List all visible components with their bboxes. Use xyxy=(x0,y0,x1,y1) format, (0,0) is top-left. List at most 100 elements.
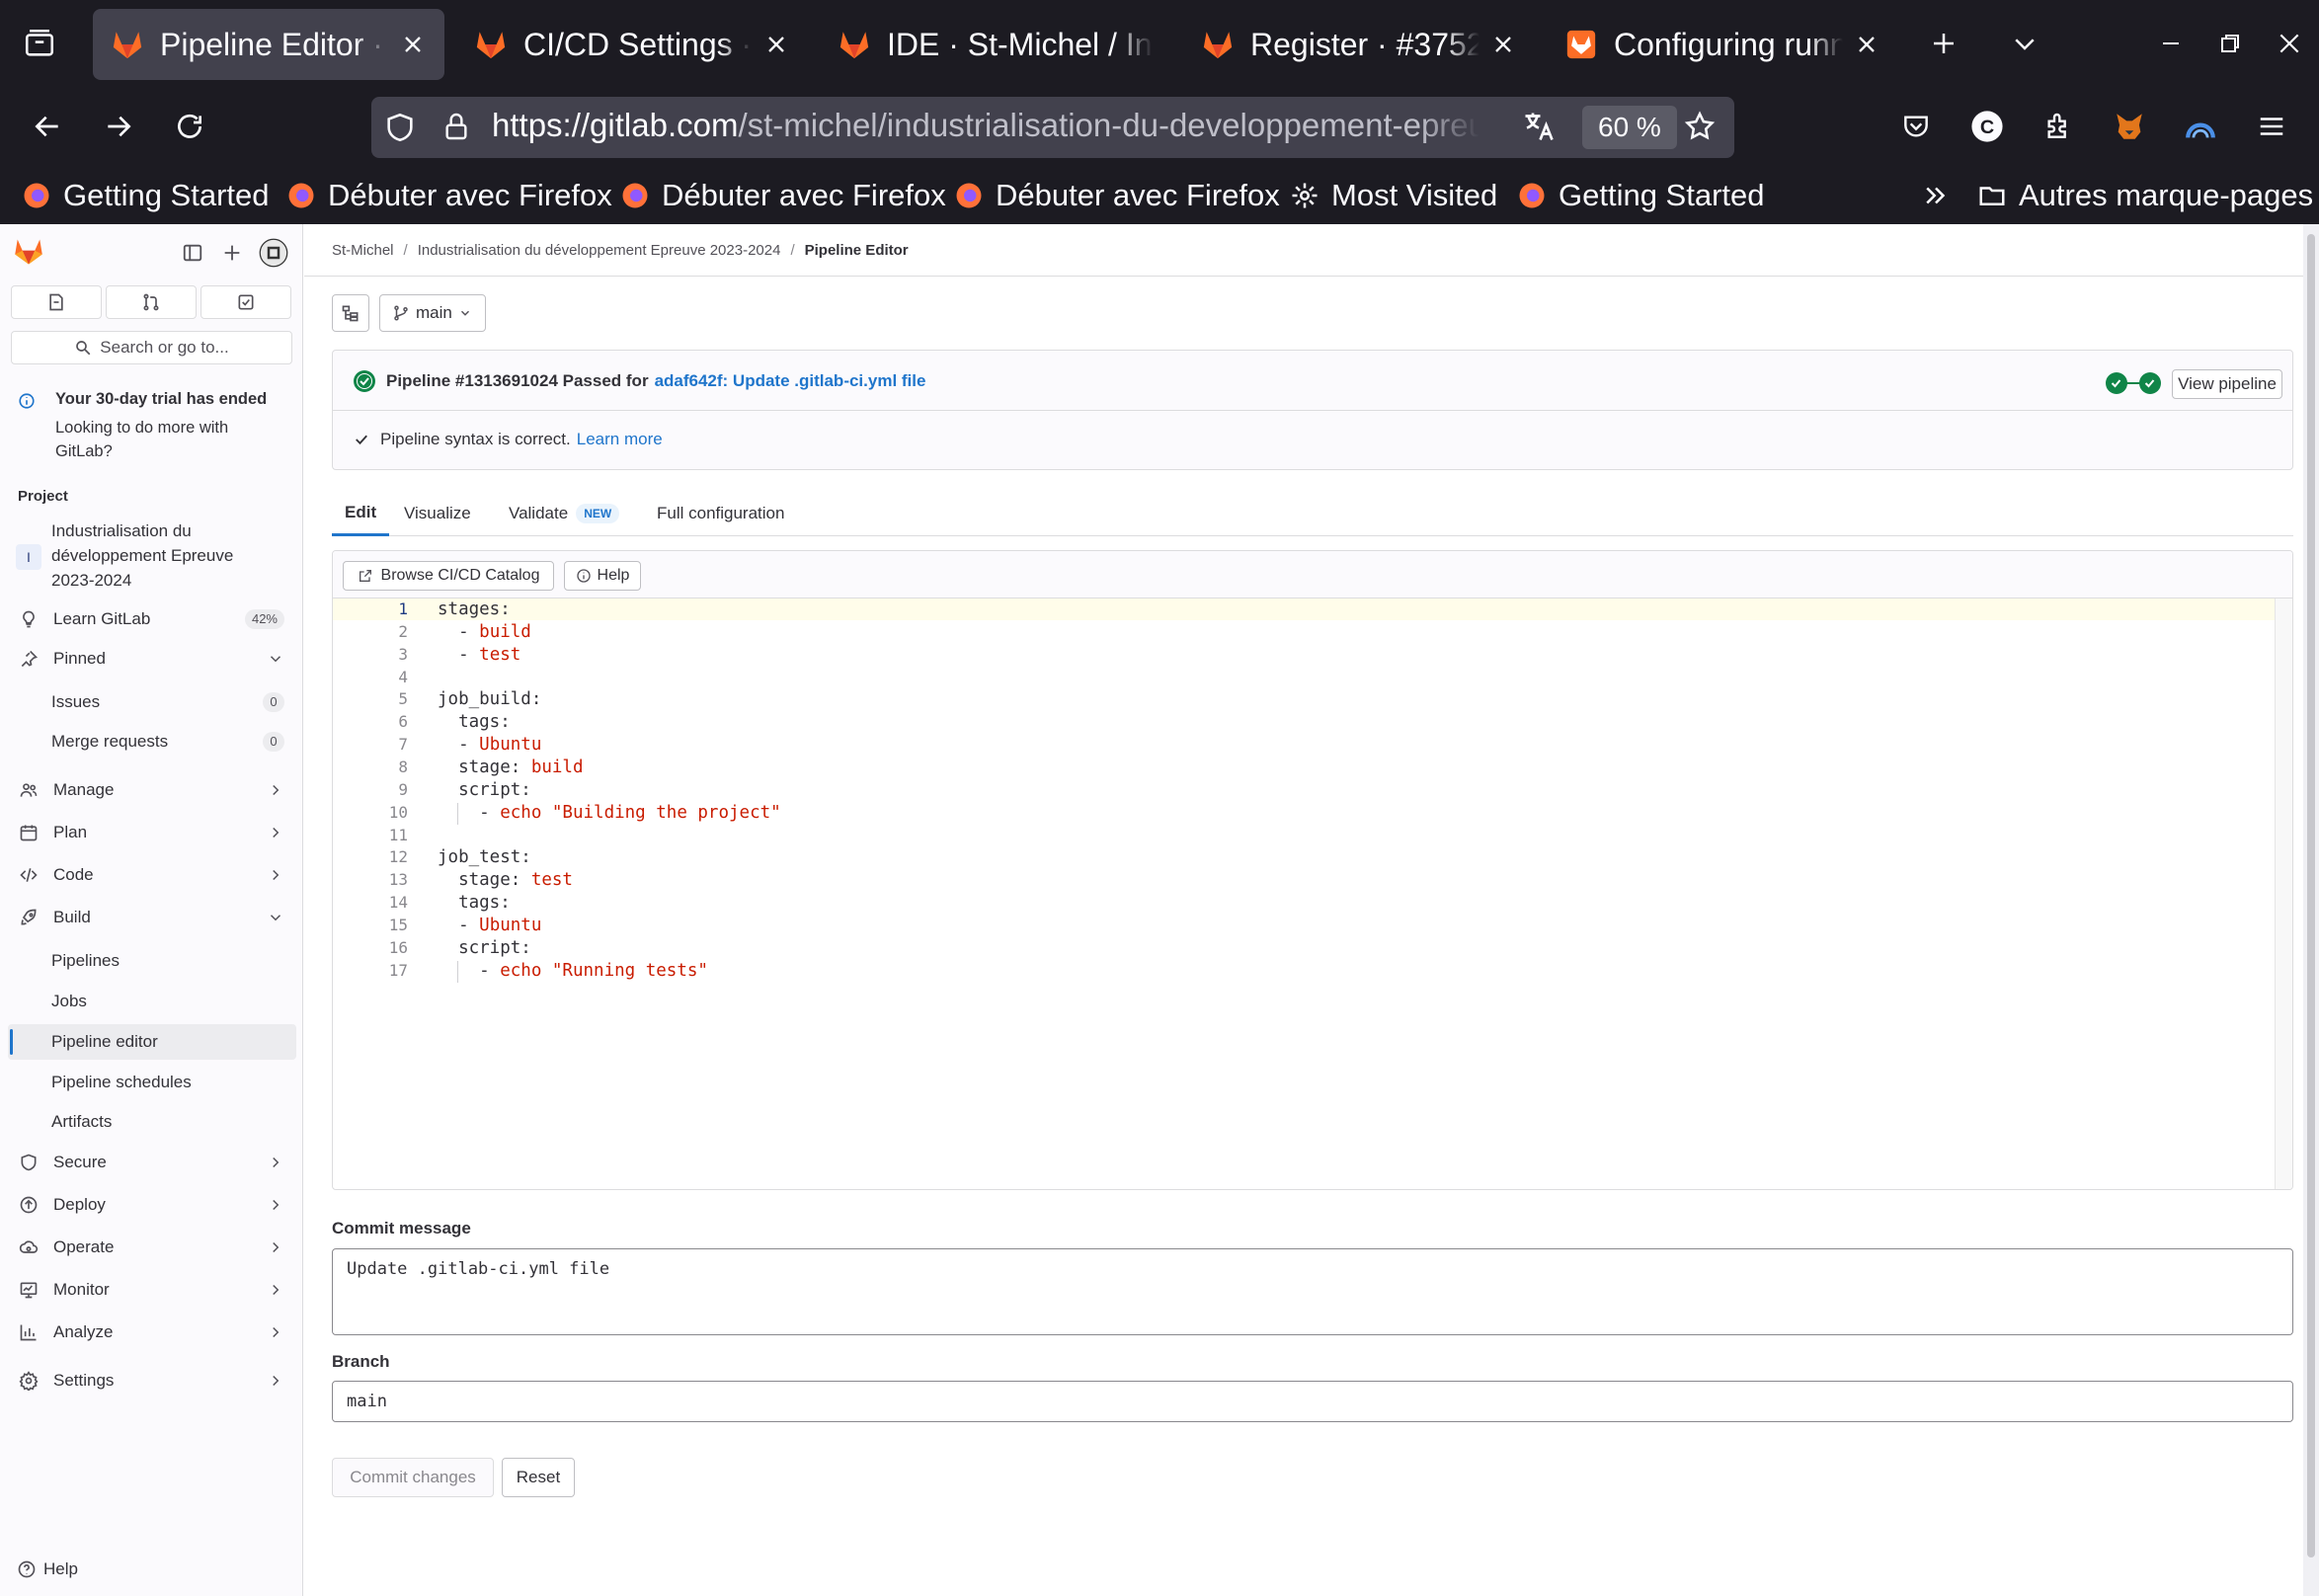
new-tab-icon[interactable] xyxy=(1924,24,1963,63)
extensions-icon[interactable] xyxy=(2039,107,2078,146)
sidebar-item-pinned[interactable]: Pinned xyxy=(8,641,296,677)
bookmark-item[interactable]: Débuter avec Firefox xyxy=(954,174,1280,217)
reset-button[interactable]: Reset xyxy=(502,1458,575,1497)
sidebar-item-manage[interactable]: Manage xyxy=(8,772,296,808)
assigned-issues-button[interactable] xyxy=(11,285,102,319)
code-value: build xyxy=(479,621,531,642)
close-tab-icon[interactable] xyxy=(762,31,790,58)
sidebar-item-monitor[interactable]: Monitor xyxy=(8,1272,296,1308)
close-tab-icon[interactable] xyxy=(399,31,427,58)
back-icon[interactable] xyxy=(28,107,67,146)
zoom-level[interactable]: 60 % xyxy=(1582,106,1677,149)
close-window-icon[interactable] xyxy=(2270,24,2309,63)
pocket-icon[interactable] xyxy=(1896,107,1936,146)
sidebar-item-jobs[interactable]: Jobs xyxy=(8,984,296,1019)
gitlab-logo-icon[interactable] xyxy=(14,238,43,266)
other-bookmarks[interactable]: Autres marque-pages xyxy=(1977,174,2313,217)
bookmark-item[interactable]: Getting Started xyxy=(1517,174,1765,217)
url-bar[interactable]: https://gitlab.com/st-michel/industriali… xyxy=(371,97,1734,158)
stage-test-status-icon[interactable] xyxy=(2139,372,2161,394)
tab-overview-icon[interactable] xyxy=(20,24,59,63)
tab-validate[interactable]: Validate NEW xyxy=(496,491,632,536)
view-pipeline-button[interactable]: View pipeline xyxy=(2172,369,2282,399)
tab-visualize[interactable]: Visualize xyxy=(391,491,484,536)
commit-message-field[interactable]: Update .gitlab-ci.yml file xyxy=(332,1248,2293,1335)
close-tab-icon[interactable] xyxy=(1489,31,1517,58)
sidebar-item-build[interactable]: Build xyxy=(8,900,296,935)
sidebar-item-issues[interactable]: Issues 0 xyxy=(8,684,296,720)
forward-icon[interactable] xyxy=(99,107,138,146)
reload-icon[interactable] xyxy=(170,107,209,146)
minimize-icon[interactable] xyxy=(2151,24,2191,63)
commit-link[interactable]: adaf642f: Update .gitlab-ci.yml file xyxy=(655,371,926,391)
browse-catalog-button[interactable]: Browse CI/CD Catalog xyxy=(343,561,554,591)
close-tab-icon[interactable] xyxy=(1853,31,1880,58)
learn-more-link[interactable]: Learn more xyxy=(577,430,663,449)
bookmark-item[interactable]: Débuter avec Firefox xyxy=(286,174,612,217)
create-new-icon[interactable] xyxy=(221,242,243,264)
browser-tab-configuring-runners[interactable]: Configuring runners xyxy=(1547,9,1898,80)
url-text[interactable]: https://gitlab.com/st-michel/industriali… xyxy=(492,107,1479,144)
sidebar-item-settings[interactable]: Settings xyxy=(8,1363,296,1398)
editor-help-button[interactable]: Help xyxy=(564,561,641,591)
page-scrollbar[interactable] xyxy=(2303,224,2319,1596)
account-c-icon[interactable]: C xyxy=(1967,107,2007,146)
editor-scrollbar[interactable] xyxy=(2275,598,2292,1189)
metamask-icon[interactable] xyxy=(2110,107,2149,146)
bookmark-item[interactable]: Débuter avec Firefox xyxy=(620,174,946,217)
editor-tabs: Edit Visualize Validate NEW Full configu… xyxy=(332,491,2293,536)
stage-build-status-icon[interactable] xyxy=(2106,372,2127,394)
vpn-icon[interactable] xyxy=(2181,107,2220,146)
sidebar-item-plan[interactable]: Plan xyxy=(8,815,296,850)
browser-tab-pipeline-editor[interactable]: Pipeline Editor · St-Michel xyxy=(93,9,444,80)
tab-full-configuration[interactable]: Full configuration xyxy=(644,491,797,536)
branch-selector[interactable]: main xyxy=(379,294,486,332)
avatar[interactable] xyxy=(259,238,288,268)
code-area[interactable]: 1 stages: 2 - build 3 - test 4 5 job_build: 6 t… xyxy=(333,598,2275,1189)
sidebar-item-project[interactable]: I Industrialisation du développement Epr… xyxy=(8,519,296,598)
bookmark-item[interactable]: Getting Started xyxy=(22,174,270,217)
bookmark-star-icon[interactable] xyxy=(1683,110,1717,143)
status-success-icon[interactable] xyxy=(353,369,376,393)
collapse-sidebar-icon[interactable] xyxy=(182,242,203,264)
project-avatar: I xyxy=(16,544,41,570)
merge-requests-button[interactable] xyxy=(106,285,197,319)
target-branch-field[interactable]: main xyxy=(332,1381,2293,1422)
pipeline-status-row: Pipeline #1313691024 Passed for adaf642f… xyxy=(353,364,925,398)
tab-edit[interactable]: Edit xyxy=(332,491,390,536)
code-line: stage: test xyxy=(438,870,573,890)
sidebar-item-operate[interactable]: Operate xyxy=(8,1230,296,1265)
restore-icon[interactable] xyxy=(2210,24,2250,63)
info-icon xyxy=(576,569,591,583)
breadcrumb-group[interactable]: St-Michel xyxy=(332,242,394,259)
lock-icon[interactable] xyxy=(440,111,472,142)
sidebar-item-merge-requests[interactable]: Merge requests 0 xyxy=(8,724,296,759)
chevron-down-icon xyxy=(460,310,469,316)
shield-icon[interactable] xyxy=(383,111,417,144)
sidebar-item-pipeline-editor[interactable]: Pipeline editor xyxy=(8,1024,296,1060)
sidebar-item-deploy[interactable]: Deploy xyxy=(8,1187,296,1223)
page-scrollbar-thumb[interactable] xyxy=(2307,234,2315,1557)
list-tabs-icon[interactable] xyxy=(2005,24,2044,63)
search-button[interactable]: Search or go to... xyxy=(11,331,292,364)
browser-tab-ide[interactable]: IDE · St-Michel / Industrialisation xyxy=(820,9,1171,80)
breadcrumb-project[interactable]: Industrialisation du développement Epreu… xyxy=(418,242,781,259)
sidebar-item-learn-gitlab[interactable]: Learn GitLab 42% xyxy=(8,601,296,637)
menu-icon[interactable] xyxy=(2252,107,2291,146)
commit-changes-button[interactable]: Commit changes xyxy=(332,1458,494,1497)
browser-tab-register[interactable]: Register · #375218 xyxy=(1183,9,1535,80)
sidebar-item-secure[interactable]: Secure xyxy=(8,1145,296,1180)
help-button[interactable]: Help xyxy=(6,1552,124,1587)
browser-tab-cicd-settings[interactable]: CI/CD Settings · CI/CD xyxy=(456,9,808,80)
sidebar-item-pipelines[interactable]: Pipelines xyxy=(8,943,296,979)
more-bookmarks-icon[interactable] xyxy=(1916,174,1956,217)
sidebar-item-code[interactable]: Code xyxy=(8,857,296,893)
sidebar-item-analyze[interactable]: Analyze xyxy=(8,1315,296,1350)
breadcrumb-current[interactable]: Pipeline Editor xyxy=(805,242,909,259)
sidebar-item-pipeline-schedules[interactable]: Pipeline schedules xyxy=(8,1065,296,1100)
bookmark-item[interactable]: Most Visited xyxy=(1290,174,1497,217)
todo-list-button[interactable] xyxy=(200,285,291,319)
translate-icon[interactable] xyxy=(1521,109,1557,144)
sidebar-item-artifacts[interactable]: Artifacts xyxy=(8,1104,296,1140)
file-tree-toggle-button[interactable] xyxy=(332,294,369,332)
